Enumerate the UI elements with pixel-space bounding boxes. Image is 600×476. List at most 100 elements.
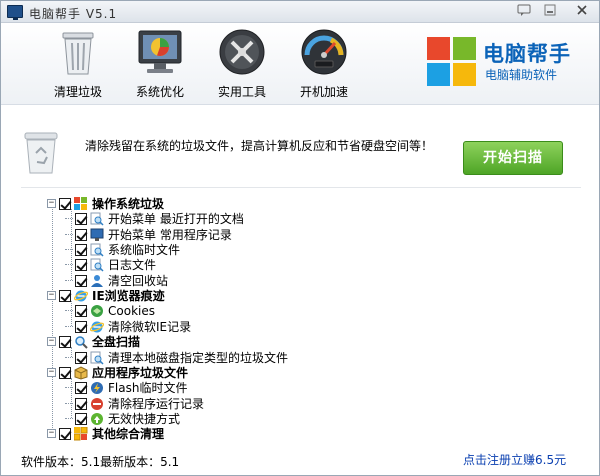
tree-branch-line: [65, 234, 73, 235]
item-checkbox[interactable]: [75, 243, 87, 256]
toolbar-boot-speedup[interactable]: 开机加速: [287, 27, 361, 100]
feedback-icon[interactable]: [515, 4, 533, 20]
toolbar-label: 开机加速: [299, 85, 348, 99]
tree-item[interactable]: Flash临时文件: [65, 380, 187, 395]
tree-item[interactable]: 日志文件: [65, 257, 156, 272]
tree-item-label: 其他综合清理: [92, 427, 165, 441]
item-checkbox[interactable]: [75, 304, 87, 317]
collapse-toggle-icon[interactable]: −: [47, 291, 56, 300]
start-scan-button[interactable]: 开始扫描: [463, 141, 563, 175]
main-toolbar: 清理垃圾 系统优化 实用工具 开机加速 电脑帮手 电脑辅助软件: [1, 23, 599, 105]
tree-branch-line: [65, 326, 73, 327]
tree-branch-line: [65, 249, 73, 250]
tree-item-label: 开始菜单 最近打开的文档: [108, 212, 244, 226]
tree-branch-line: [65, 357, 73, 358]
tree-item[interactable]: 开始菜单 最近打开的文档: [65, 211, 244, 226]
tree-item[interactable]: 开始菜单 常用程序记录: [65, 227, 232, 242]
item-checkbox[interactable]: [75, 397, 87, 410]
tree-group[interactable]: − IE浏览器痕迹: [47, 288, 165, 303]
item-checkbox[interactable]: [59, 289, 71, 302]
item-checkbox[interactable]: [59, 197, 71, 210]
recycle-bin-icon: [21, 131, 61, 175]
tree-item[interactable]: 清空回收站: [65, 273, 168, 288]
item-checkbox[interactable]: [59, 427, 71, 440]
windows-logo-icon: [427, 37, 477, 87]
item-checkbox[interactable]: [75, 320, 87, 333]
trash-bin-icon: [53, 27, 103, 77]
tree-item[interactable]: 清除程序运行记录: [65, 396, 204, 411]
tree-item-label: IE浏览器痕迹: [92, 289, 165, 303]
tree-group[interactable]: − 其他综合清理: [47, 426, 164, 441]
cookie-icon: [90, 304, 104, 318]
collapse-toggle-icon[interactable]: −: [47, 337, 56, 346]
item-checkbox[interactable]: [75, 212, 87, 225]
tree-item[interactable]: 清理本地磁盘指定类型的垃圾文件: [65, 350, 288, 365]
user-icon: [90, 274, 104, 288]
search-doc-icon: [90, 258, 104, 272]
brand-title: 电脑帮手: [483, 42, 571, 66]
tree-item[interactable]: 无效快捷方式: [65, 411, 180, 426]
tools-icon: [217, 27, 267, 77]
title-bar: 电脑帮手 V5.1: [1, 1, 599, 23]
tree-item-label: 全盘扫描: [92, 335, 141, 349]
search-doc-icon: [90, 351, 104, 365]
toolbar-clean-junk[interactable]: 清理垃圾: [41, 27, 115, 100]
brand-subtitle: 电脑辅助软件: [485, 68, 558, 82]
tree-item[interactable]: 系统临时文件: [65, 242, 180, 257]
tree-group[interactable]: − 全盘扫描: [47, 334, 140, 349]
collapse-toggle-icon[interactable]: −: [47, 429, 56, 438]
search-doc-icon: [90, 212, 104, 226]
app-window: 电脑帮手 V5.1 清理垃圾 系统优化 实用工具 开机加速 电脑帮手 电脑辅助软…: [0, 0, 600, 476]
toolbar-system-optimize[interactable]: 系统优化: [123, 27, 197, 100]
window-title: 电脑帮手 V5.1: [29, 7, 118, 21]
tree-item-label: Cookies: [108, 303, 155, 318]
item-checkbox[interactable]: [75, 258, 87, 271]
grid-icon: [73, 426, 88, 441]
search-doc-icon: [90, 243, 104, 257]
tree-branch-line: [65, 310, 73, 311]
tree-branch-line: [65, 387, 73, 388]
divider: [21, 187, 581, 188]
tree-branch-line: [65, 403, 73, 404]
toolbar-utilities[interactable]: 实用工具: [205, 27, 279, 100]
tree-branch-line: [65, 218, 73, 219]
item-checkbox[interactable]: [75, 381, 87, 394]
register-link[interactable]: 点击注册立赚6.5元: [463, 451, 566, 468]
item-checkbox[interactable]: [75, 351, 87, 364]
minimize-button[interactable]: [541, 4, 559, 20]
collapse-toggle-icon[interactable]: −: [47, 199, 56, 208]
ie-icon: [73, 289, 89, 303]
clean-banner: 清除残留在系统的垃圾文件，提高计算机反应和节省硬盘空间等！ 开始扫描: [21, 129, 581, 179]
item-checkbox[interactable]: [75, 228, 87, 241]
monitor-chart-icon: [135, 27, 185, 77]
toolbar-label: 清理垃圾: [53, 85, 102, 99]
tree-branch-line: [65, 280, 73, 281]
ie-icon: [89, 320, 105, 334]
tree-item[interactable]: Cookies: [65, 303, 155, 318]
item-checkbox[interactable]: [59, 366, 71, 379]
tree-item-label: Flash临时文件: [108, 381, 188, 395]
version-info: 软件版本：5.1最新版本：5.1: [21, 455, 180, 469]
item-checkbox[interactable]: [75, 412, 87, 425]
flash-icon: [90, 381, 104, 395]
collapse-toggle-icon[interactable]: −: [47, 368, 56, 377]
speedometer-icon: [299, 27, 349, 77]
item-checkbox[interactable]: [75, 274, 87, 287]
app-monitor-icon: [7, 5, 23, 20]
item-checkbox[interactable]: [59, 335, 71, 348]
tree-group[interactable]: − 操作系统垃圾: [47, 196, 164, 211]
tree-branch-line: [65, 264, 73, 265]
banner-description: 清除残留在系统的垃圾文件，提高计算机反应和节省硬盘空间等！: [85, 139, 434, 153]
toolbar-label: 系统优化: [135, 85, 184, 99]
toolbar-label: 实用工具: [217, 85, 266, 99]
monitor-icon: [90, 228, 104, 242]
tree-item-label: 日志文件: [108, 258, 157, 272]
windows-icon: [74, 196, 88, 211]
tree-item[interactable]: 清除微软IE记录: [65, 319, 191, 334]
close-button[interactable]: [573, 4, 591, 20]
magnifier-icon: [74, 335, 88, 349]
stop-icon: [90, 397, 104, 411]
tree-branch-line: [65, 418, 73, 419]
box-icon: [74, 365, 88, 380]
tree-group[interactable]: − 应用程序垃圾文件: [47, 365, 188, 380]
